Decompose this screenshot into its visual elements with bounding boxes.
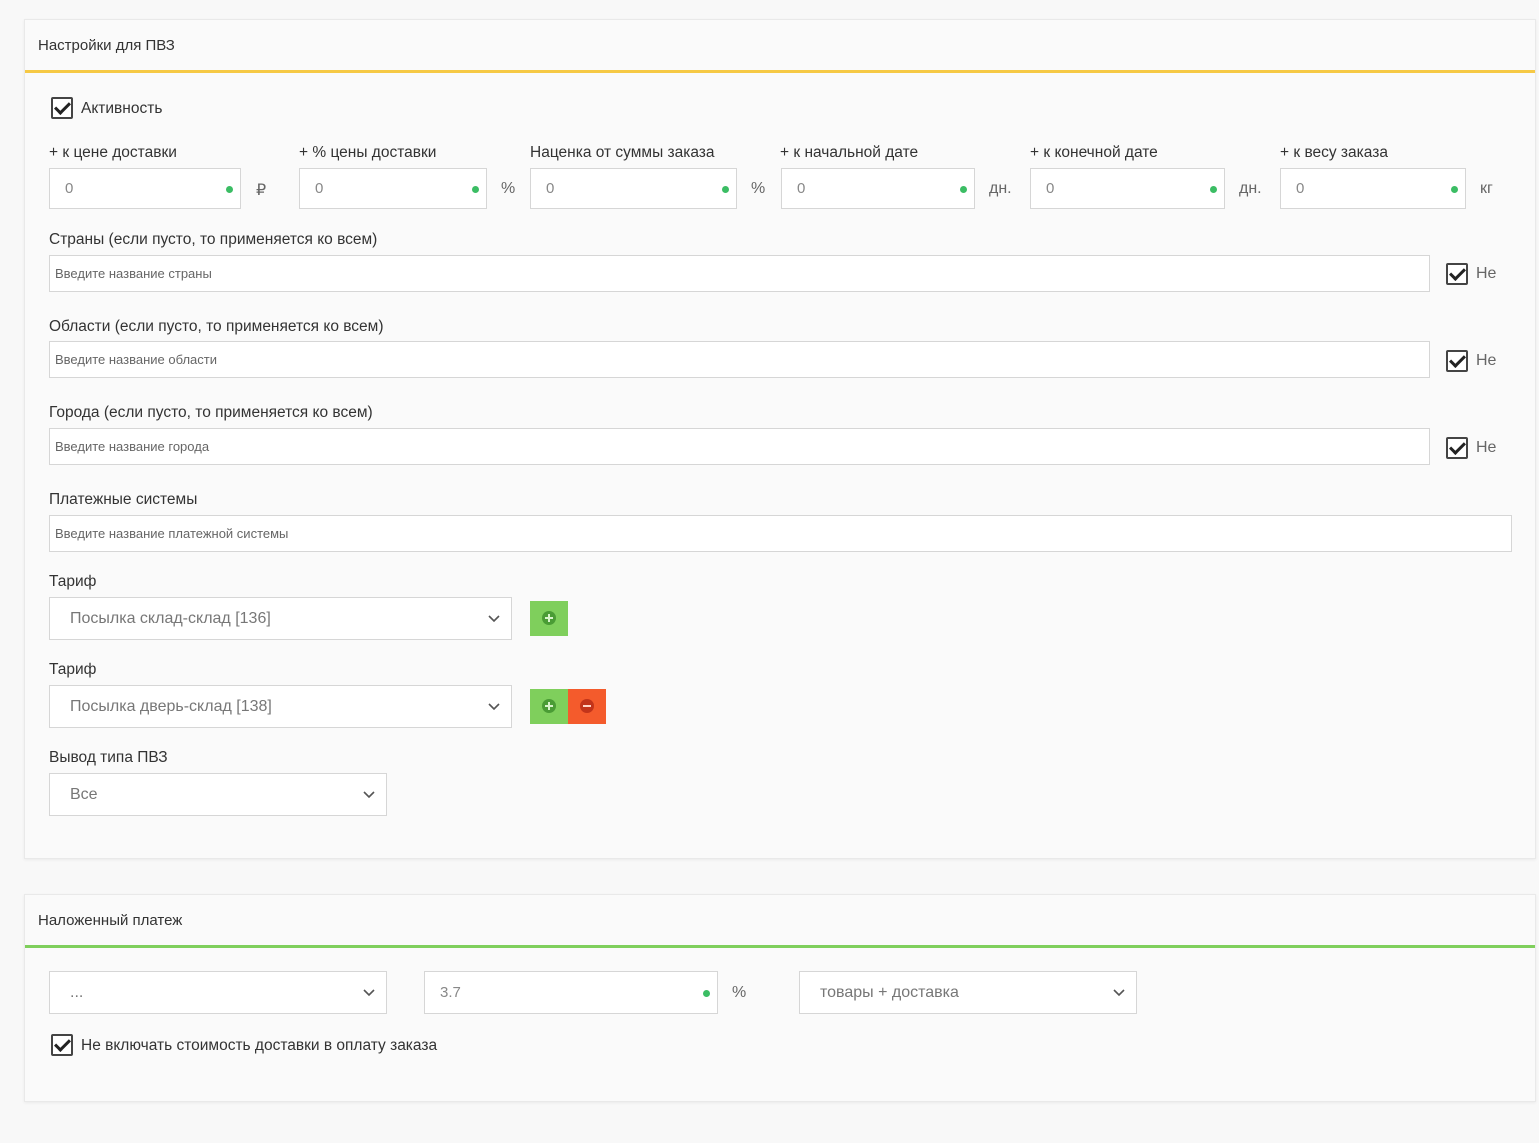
days-unit: дн. (989, 180, 1012, 197)
start-date-add-field[interactable] (782, 169, 974, 208)
cod-type-select[interactable]: ... (49, 971, 387, 1014)
status-dot-icon (1210, 186, 1217, 193)
pvz-type-select-value: Все (70, 786, 98, 803)
delivery-price-add-input[interactable] (49, 168, 241, 209)
status-dot-icon (960, 186, 967, 193)
percent-unit: % (732, 984, 747, 1001)
minus-circle-icon (580, 699, 594, 713)
regions-field[interactable] (50, 342, 1429, 377)
order-markup-input[interactable] (530, 168, 737, 209)
end-date-add-field[interactable] (1031, 169, 1224, 208)
status-dot-icon (472, 186, 479, 193)
exclude-delivery-checkbox[interactable] (51, 1034, 73, 1056)
tariff-label: Тариф (49, 661, 97, 678)
regions-not-label: Не (1476, 352, 1497, 369)
cod-type-select-value: ... (70, 984, 84, 1001)
pvz-settings-panel: Настройки для ПВЗ Активность + к цене до… (24, 19, 1536, 859)
cod-base-select-value: товары + доставка (820, 984, 959, 1001)
chevron-down-icon (488, 615, 500, 623)
cod-percent-field[interactable] (425, 972, 717, 1013)
weight-add-input[interactable] (1280, 168, 1466, 209)
weight-add-label: + к весу заказа (1280, 144, 1388, 161)
cities-label: Города (если пусто, то применяется ко вс… (49, 404, 373, 421)
status-dot-icon (703, 990, 710, 997)
chevron-down-icon (488, 703, 500, 711)
chevron-down-icon (363, 791, 375, 799)
tariff-select-value: Посылка склад-склад [136] (70, 610, 271, 627)
delivery-percent-field[interactable] (300, 169, 486, 208)
add-tariff-button[interactable] (530, 689, 568, 724)
pvz-type-label: Вывод типа ПВЗ (49, 749, 168, 766)
plus-circle-icon (542, 611, 556, 625)
countries-not-label: Не (1476, 265, 1497, 282)
tariff-label: Тариф (49, 573, 97, 590)
exclude-delivery-label: Не включать стоимость доставки в оплату … (81, 1037, 438, 1054)
countries-input[interactable] (49, 255, 1430, 292)
cities-not-checkbox[interactable] (1446, 437, 1468, 459)
tariff-select-value: Посылка дверь-склад [138] (70, 698, 272, 715)
payment-systems-input[interactable] (49, 515, 1512, 552)
cities-not-label: Не (1476, 439, 1497, 456)
kg-unit: кг (1480, 180, 1493, 197)
order-markup-field[interactable] (531, 169, 736, 208)
delivery-price-add-field[interactable] (50, 169, 240, 208)
cities-field[interactable] (50, 429, 1429, 464)
percent-unit: % (501, 180, 516, 197)
regions-input[interactable] (49, 341, 1430, 378)
status-dot-icon (1451, 186, 1458, 193)
end-date-add-input[interactable] (1030, 168, 1225, 209)
regions-not-checkbox[interactable] (1446, 350, 1468, 372)
start-date-add-label: + к начальной дате (780, 144, 919, 161)
status-dot-icon (226, 186, 233, 193)
countries-field[interactable] (50, 256, 1429, 291)
cod-title: Наложенный платеж (25, 895, 1535, 948)
cod-panel: Наложенный платеж ... % товары + доставк… (24, 894, 1536, 1102)
delivery-price-add-label: + к цене доставки (49, 144, 177, 161)
ruble-unit: ₽ (256, 182, 267, 199)
remove-tariff-button[interactable] (568, 689, 606, 724)
delivery-percent-label: + % цены доставки (299, 144, 437, 161)
tariff-select[interactable]: Посылка дверь-склад [138] (49, 685, 512, 728)
weight-add-field[interactable] (1281, 169, 1465, 208)
order-markup-label: Наценка от суммы заказа (530, 144, 715, 161)
regions-label: Области (если пусто, то применяется ко в… (49, 318, 384, 335)
add-tariff-button[interactable] (530, 601, 568, 636)
days-unit: дн. (1239, 180, 1262, 197)
pvz-type-select[interactable]: Все (49, 773, 387, 816)
delivery-percent-input[interactable] (299, 168, 487, 209)
countries-label: Страны (если пусто, то применяется ко вс… (49, 231, 378, 248)
tariff-select[interactable]: Посылка склад-склад [136] (49, 597, 512, 640)
active-checkbox[interactable] (51, 97, 73, 119)
start-date-add-input[interactable] (781, 168, 975, 209)
percent-unit: % (751, 180, 766, 197)
pvz-settings-title: Настройки для ПВЗ (25, 20, 1535, 73)
countries-not-checkbox[interactable] (1446, 263, 1468, 285)
status-dot-icon (722, 186, 729, 193)
payment-systems-label: Платежные системы (49, 491, 198, 508)
payment-systems-field[interactable] (50, 516, 1511, 551)
cities-input[interactable] (49, 428, 1430, 465)
cod-base-select[interactable]: товары + доставка (799, 971, 1137, 1014)
chevron-down-icon (1113, 989, 1125, 997)
chevron-down-icon (363, 989, 375, 997)
cod-percent-input[interactable] (424, 971, 718, 1014)
end-date-add-label: + к конечной дате (1030, 144, 1158, 161)
plus-circle-icon (542, 699, 556, 713)
active-label: Активность (81, 100, 163, 117)
